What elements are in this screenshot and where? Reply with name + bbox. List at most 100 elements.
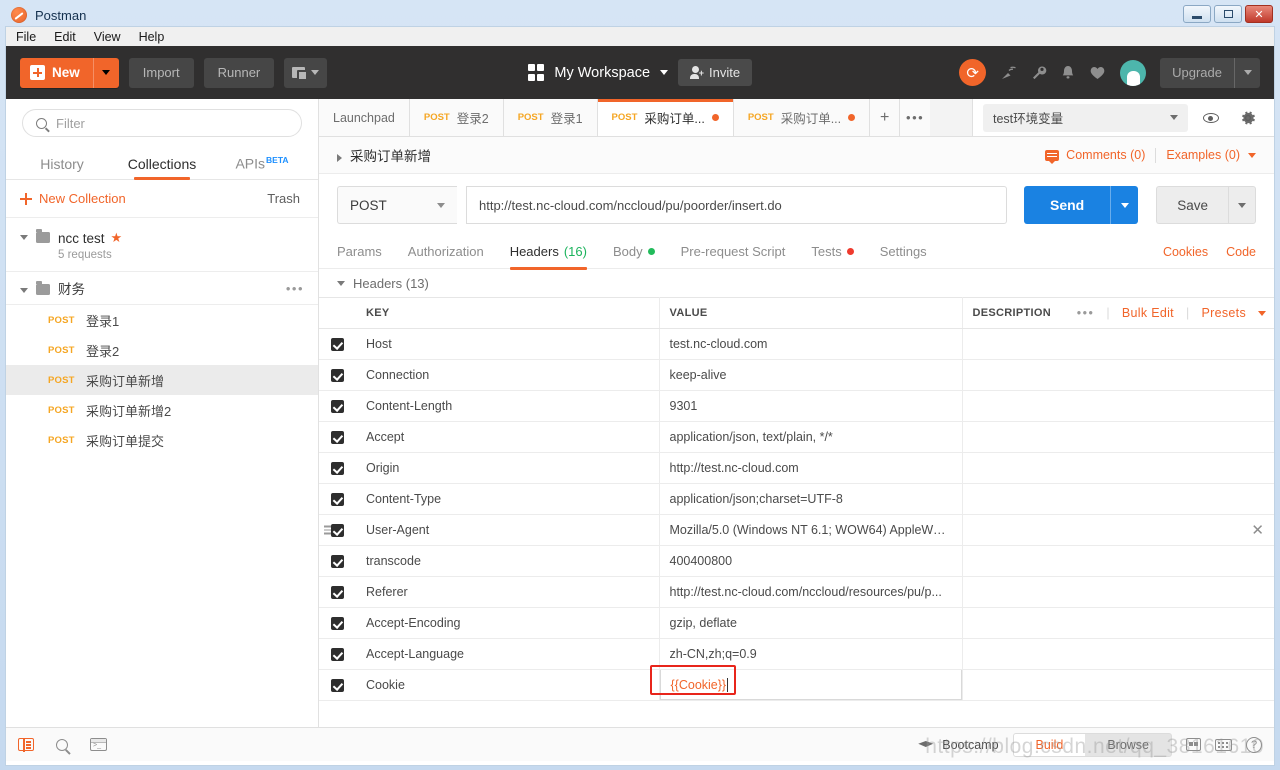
table-row[interactable]: Connection keep-alive [319, 359, 1274, 391]
bell-icon[interactable] [1061, 65, 1075, 81]
header-value[interactable]: test.nc-cloud.com [659, 328, 963, 360]
header-key[interactable]: User-Agent [356, 514, 660, 546]
header-key[interactable]: Accept [356, 421, 660, 453]
two-pane-icon[interactable] [1186, 738, 1201, 751]
tab-tests[interactable]: Tests [811, 235, 854, 269]
code-link[interactable]: Code [1226, 245, 1256, 259]
cookie-value-input[interactable]: {{Cookie}} [659, 669, 961, 700]
sidebar-tab-history[interactable]: History [12, 156, 112, 179]
delete-row-icon[interactable]: ✕ [1251, 521, 1264, 539]
bulk-edit-button[interactable]: Bulk Edit [1122, 306, 1174, 320]
header-key[interactable]: Host [356, 328, 660, 360]
chevron-right-icon[interactable] [337, 153, 342, 162]
header-value[interactable]: 400400800 [659, 545, 963, 577]
tab-launchpad[interactable]: Launchpad [319, 99, 410, 136]
collection-ncc-test[interactable]: ncc test ★ 5 requests [6, 218, 318, 272]
avatar[interactable] [1120, 59, 1147, 86]
menu-help[interactable]: Help [139, 30, 165, 44]
headers-collapse-toggle[interactable]: Headers (13) [319, 269, 1274, 297]
table-row[interactable]: Accept-Encoding gzip, deflate [319, 607, 1274, 639]
menu-edit[interactable]: Edit [54, 30, 76, 44]
header-key[interactable]: Referer [356, 576, 660, 608]
invite-button[interactable]: + Invite [678, 59, 753, 86]
row-checkbox[interactable] [319, 545, 356, 577]
trash-button[interactable]: Trash [267, 191, 300, 206]
heart-icon[interactable] [1089, 65, 1106, 80]
header-description[interactable] [962, 359, 1274, 391]
minimize-button[interactable] [1183, 5, 1211, 23]
send-button[interactable]: Send [1023, 186, 1111, 224]
row-checkbox[interactable] [319, 514, 356, 546]
header-description[interactable] [962, 390, 1274, 422]
header-key[interactable]: Accept-Language [356, 638, 660, 670]
workspace-name[interactable]: My Workspace [554, 65, 650, 81]
comments-button[interactable]: Comments (0) [1045, 148, 1145, 164]
new-tab-button[interactable] [284, 57, 328, 88]
import-button[interactable]: Import [128, 57, 194, 88]
table-row[interactable]: Origin http://test.nc-cloud.com [319, 452, 1274, 484]
environment-select[interactable]: test环境变量 [983, 103, 1188, 132]
method-select[interactable]: POST [337, 186, 457, 224]
row-checkbox[interactable] [319, 328, 356, 360]
table-row[interactable]: User-Agent Mozilla/5.0 (Windows NT 6.1; … [319, 514, 1274, 546]
sidebar-request-purchase-order-new-2[interactable]: POST 采购订单新增2 [6, 395, 318, 425]
header-key[interactable]: transcode [356, 545, 660, 577]
header-description[interactable] [962, 483, 1274, 515]
upgrade-button[interactable]: Upgrade [1160, 57, 1260, 88]
terminal-icon[interactable] [90, 738, 107, 751]
header-key[interactable]: Content-Type [356, 483, 660, 515]
request-title-row[interactable]: 采购订单新增 [337, 145, 431, 165]
row-checkbox[interactable] [319, 452, 356, 484]
header-key[interactable]: Content-Length [356, 390, 660, 422]
table-row[interactable]: Content-Type application/json;charset=UT… [319, 483, 1274, 515]
search-icon[interactable] [56, 738, 68, 751]
url-input[interactable]: http://test.nc-cloud.com/nccloud/pu/poor… [466, 186, 1007, 224]
header-description[interactable] [962, 452, 1274, 484]
tab-pre-request-script[interactable]: Pre-request Script [681, 235, 786, 269]
table-more-icon[interactable]: ••• [1077, 306, 1095, 320]
row-checkbox[interactable] [319, 638, 356, 670]
row-checkbox[interactable] [319, 483, 356, 515]
header-key[interactable]: Accept-Encoding [356, 607, 660, 639]
star-icon[interactable]: ★ [111, 230, 123, 246]
tab-denglu1[interactable]: POST 登录1 [503, 99, 598, 136]
row-checkbox[interactable] [319, 421, 356, 453]
console-icon[interactable] [18, 737, 34, 752]
table-row[interactable]: Accept application/json, text/plain, */* [319, 421, 1274, 453]
sidebar-tab-collections[interactable]: Collections [112, 156, 212, 180]
add-tab-button[interactable]: + [870, 99, 901, 136]
settings-button[interactable] [1234, 104, 1262, 132]
header-description[interactable] [962, 545, 1274, 577]
header-value-cookie[interactable]: {{Cookie}} [659, 669, 963, 701]
tab-purchase-order-new[interactable]: POST 采购订单... [597, 99, 734, 136]
presets-button[interactable]: Presets [1202, 306, 1246, 320]
header-key[interactable]: Origin [356, 452, 660, 484]
sidebar-request-denglu2[interactable]: POST 登录2 [6, 335, 318, 365]
wrench-icon[interactable] [1031, 65, 1047, 81]
header-description[interactable] [962, 328, 1274, 360]
send-dropdown-button[interactable] [1110, 186, 1139, 224]
chevron-down-icon[interactable] [660, 70, 669, 75]
broadcast-icon[interactable] [1000, 65, 1017, 81]
header-key[interactable]: Cookie [356, 669, 660, 701]
header-value[interactable]: application/json;charset=UTF-8 [659, 483, 963, 515]
examples-button[interactable]: Examples (0) [1166, 148, 1256, 162]
bootcamp-button[interactable]: Bootcamp [918, 738, 998, 752]
row-checkbox[interactable] [319, 607, 356, 639]
header-value[interactable]: gzip, deflate [659, 607, 963, 639]
sync-icon[interactable]: ⟳ [959, 59, 987, 86]
header-description[interactable] [962, 638, 1274, 670]
header-value[interactable]: Mozilla/5.0 (Windows NT 6.1; WOW64) Appl… [659, 514, 963, 546]
new-dropdown-button[interactable] [92, 57, 119, 88]
header-value[interactable]: http://test.nc-cloud.com/nccloud/resourc… [659, 576, 963, 608]
folder-more-icon[interactable]: ••• [286, 281, 304, 296]
tab-denglu2[interactable]: POST 登录2 [409, 99, 504, 136]
environment-quick-look-button[interactable] [1197, 104, 1225, 132]
chevron-down-icon[interactable] [1258, 310, 1266, 316]
header-value[interactable]: application/json, text/plain, */* [659, 421, 963, 453]
table-row[interactable]: Accept-Language zh-CN,zh;q=0.9 [319, 638, 1274, 670]
table-row[interactable]: Referer http://test.nc-cloud.com/nccloud… [319, 576, 1274, 608]
header-description[interactable]: ✕ [962, 514, 1274, 546]
row-checkbox[interactable] [319, 576, 356, 608]
tabstrip-more-button[interactable]: ••• [900, 99, 931, 136]
